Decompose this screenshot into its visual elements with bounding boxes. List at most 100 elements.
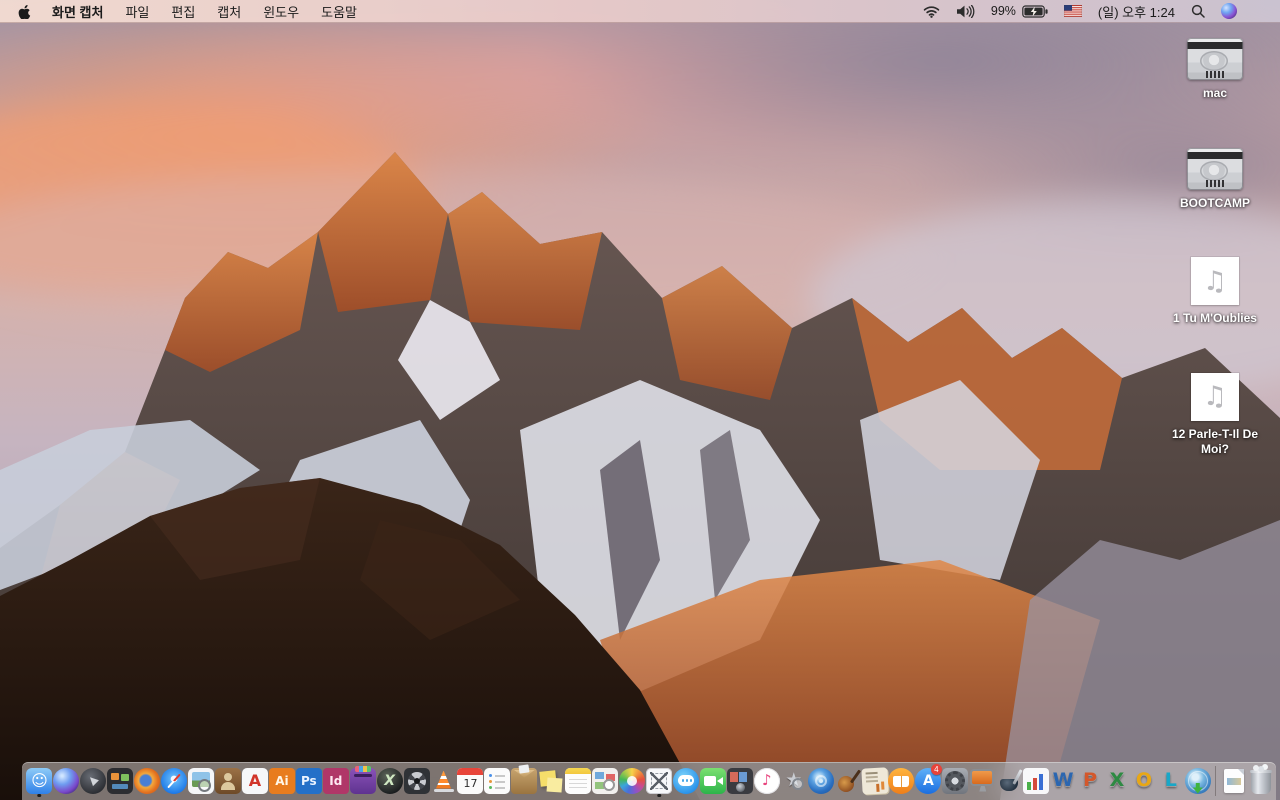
numbers-chart-icon xyxy=(1023,767,1050,794)
battery-charging-icon[interactable] xyxy=(1022,4,1048,18)
calendar-icon: 17 xyxy=(457,767,484,794)
dock-siri[interactable] xyxy=(53,764,80,797)
desktop-icon-bootcamp[interactable]: BOOTCAMP xyxy=(1156,147,1274,212)
outlook-icon: O xyxy=(1135,769,1152,791)
desktop-icon-label: 12 Parle-T-Il De Moi? xyxy=(1171,426,1259,457)
stickies-icon xyxy=(538,768,564,794)
firefox-icon xyxy=(134,767,161,794)
dock-toast[interactable] xyxy=(349,764,376,797)
dock-system-preferences[interactable] xyxy=(942,764,969,797)
desktop-icon-mac[interactable]: mac xyxy=(1156,38,1274,102)
dock-remote-desktop[interactable] xyxy=(969,764,996,797)
dock-photoshop[interactable]: Ps xyxy=(295,764,322,797)
dock-trash-full[interactable] xyxy=(1247,764,1274,797)
screen-capture-running-indicator xyxy=(657,793,661,797)
dock-ibooks[interactable] xyxy=(888,764,915,797)
dock-vlc[interactable] xyxy=(430,764,457,797)
siri-icon xyxy=(53,767,80,794)
dock-numbers-chart[interactable] xyxy=(1023,764,1050,797)
unarchiver-icon xyxy=(511,767,538,794)
easyfind-icon: ★ xyxy=(781,768,807,794)
menu-file[interactable]: 파일 xyxy=(125,5,149,20)
word-icon: W xyxy=(1052,769,1074,791)
system-preferences-icon xyxy=(942,767,969,794)
dock-itunes[interactable]: ♪ xyxy=(753,764,780,797)
desktop-icons: mac BOOTCAMP ♫ 1 Tu M'Oublies ♫ 12 Parle-T-Il… xyxy=(1156,38,1274,458)
dock-illustrator[interactable]: Ai xyxy=(268,764,295,797)
dock-reminders[interactable] xyxy=(484,764,511,797)
dock-photos[interactable] xyxy=(619,764,646,797)
dock-pages-inkwell[interactable] xyxy=(996,764,1023,797)
dock-mission-control[interactable] xyxy=(107,764,134,797)
dock-acrobat-reader[interactable]: A xyxy=(241,764,269,797)
dock-word[interactable]: W xyxy=(1050,764,1077,797)
dock-outlook[interactable]: O xyxy=(1130,764,1157,797)
lync-icon: L xyxy=(1164,769,1177,791)
menu-window[interactable]: 윈도우 xyxy=(263,5,299,20)
itunes-icon: ♪ xyxy=(753,767,780,794)
dock-messages[interactable] xyxy=(672,764,700,797)
siri-icon[interactable] xyxy=(1221,3,1237,19)
desktop-icon-tu-m-oublies[interactable]: ♫ 1 Tu M'Oublies xyxy=(1156,257,1274,327)
dock: ☺ ▲ A Ai Ps Id X 17 ♪ ★ A 4 W P X O L xyxy=(22,762,1276,800)
dock-divider xyxy=(1215,765,1217,796)
dock-excel[interactable]: X xyxy=(1104,764,1131,797)
desktop-icon-parle-t-il-de-moi[interactable]: ♫ 12 Parle-T-Il De Moi? xyxy=(1156,372,1274,458)
vlc-icon xyxy=(431,768,457,794)
menu-help[interactable]: 도움말 xyxy=(321,5,357,20)
dock-launchpad[interactable]: ▲ xyxy=(80,764,107,797)
dock-finder[interactable]: ☺ xyxy=(26,764,53,797)
photos-icon xyxy=(619,767,646,794)
dock-unarchiver[interactable] xyxy=(511,764,538,797)
dock-preview[interactable] xyxy=(188,764,215,797)
dock-photo-collage[interactable] xyxy=(592,764,619,797)
apple-menu-icon[interactable] xyxy=(18,3,32,19)
photo-booth-icon xyxy=(726,767,753,794)
contacts-icon xyxy=(215,767,242,794)
notification-center-icon[interactable] xyxy=(1253,5,1268,17)
dock-easyfind[interactable]: ★ xyxy=(780,764,807,797)
dock-web-downloader[interactable] xyxy=(1184,764,1211,797)
audio-file-icon: ♫ xyxy=(1191,257,1239,306)
dock-calendar[interactable]: 17 xyxy=(457,764,484,797)
dock-facetime[interactable] xyxy=(699,764,726,797)
dock-stickies[interactable] xyxy=(538,764,565,797)
notes-icon xyxy=(565,767,592,794)
preview-icon xyxy=(188,767,215,794)
dock-contacts[interactable] xyxy=(215,764,242,797)
spotlight-search-icon[interactable] xyxy=(1191,4,1205,18)
menu-edit[interactable]: 편집 xyxy=(171,5,195,20)
disc-burner-icon xyxy=(807,767,834,794)
dock-indesign[interactable]: Id xyxy=(322,764,349,797)
dock-firefox[interactable] xyxy=(134,764,161,797)
wifi-icon[interactable] xyxy=(923,5,940,18)
dock-finance-news[interactable] xyxy=(860,764,889,797)
dock-garageband[interactable] xyxy=(834,764,861,797)
app-store-badge: 4 xyxy=(930,764,942,775)
menu-capture[interactable]: 캡처 xyxy=(217,5,241,20)
dock-safari[interactable] xyxy=(161,764,188,797)
menu-bar-clock[interactable]: (일) 오후 1:24 xyxy=(1098,2,1175,21)
active-app-name[interactable]: 화면 캡처 xyxy=(52,2,103,21)
dock-powerpoint[interactable]: P xyxy=(1077,764,1104,797)
dock-minimized-document[interactable] xyxy=(1220,764,1247,797)
web-downloader-icon xyxy=(1184,767,1211,794)
screen-capture-icon xyxy=(646,767,673,794)
indesign-icon: Id xyxy=(322,767,349,794)
input-source-flag-us[interactable] xyxy=(1063,5,1082,17)
photoshop-icon: Ps xyxy=(295,767,322,794)
dock-app-store[interactable]: A4 xyxy=(915,764,942,797)
dock-disc-burner[interactable] xyxy=(807,764,834,797)
menu-bar: 화면 캡처 파일 편집 캡처 윈도우 도움말 99% (일) 오후 1:24 xyxy=(0,0,1280,23)
volume-icon[interactable] xyxy=(956,4,975,18)
finder-running-indicator xyxy=(37,793,42,797)
dock-onyx[interactable]: X xyxy=(376,764,403,797)
finder-icon: ☺ xyxy=(26,767,53,794)
dock-techtool-fan[interactable] xyxy=(403,764,430,797)
dock-screen-capture[interactable] xyxy=(646,764,673,797)
dock-notes[interactable] xyxy=(565,764,592,797)
onyx-icon: X xyxy=(376,767,403,794)
dock-photo-booth[interactable] xyxy=(726,764,753,797)
photo-collage-icon xyxy=(592,767,619,794)
dock-lync[interactable]: L xyxy=(1157,764,1184,797)
